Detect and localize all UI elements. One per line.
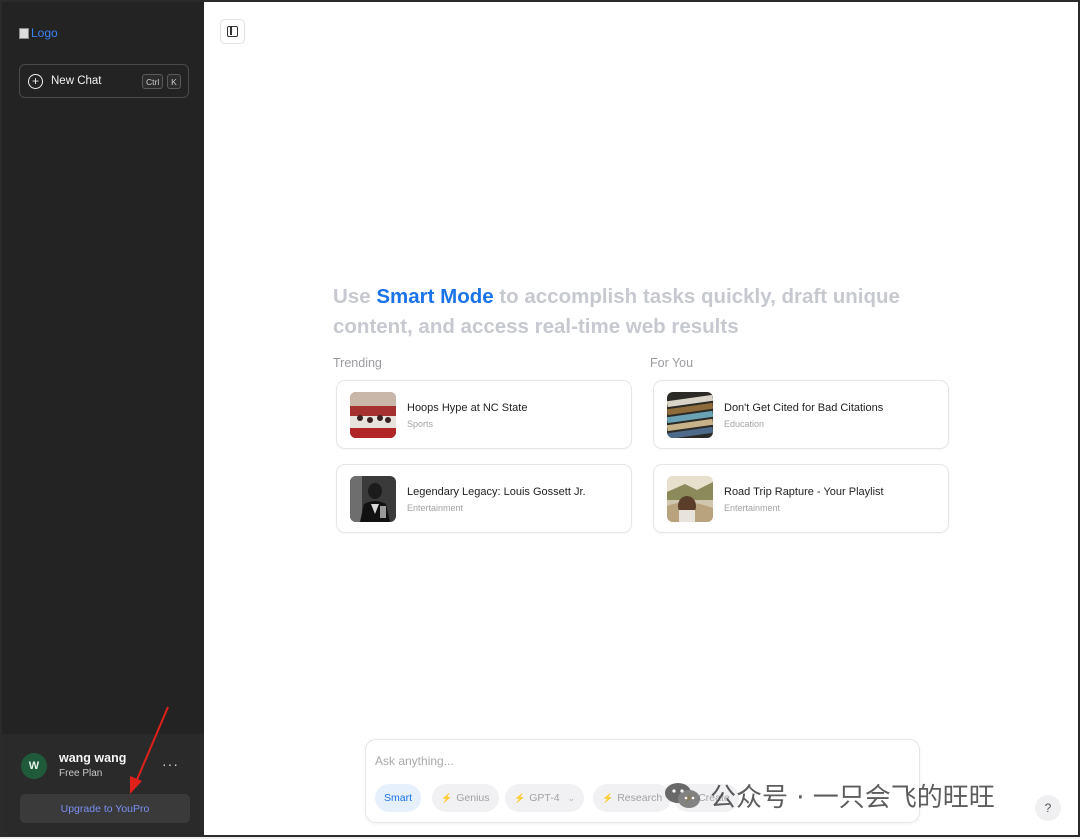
card-thumbnail-books	[667, 392, 713, 438]
mode-label: Genius	[456, 792, 490, 804]
user-plan: Free Plan	[59, 768, 103, 779]
avatar[interactable]: W	[21, 753, 47, 779]
chat-composer: Ask anything... Smart ⚡ Genius ⚡ GPT-4 ⌄…	[365, 739, 920, 823]
card-thumbnail-road-trip	[667, 476, 713, 522]
suggestion-card[interactable]: Don't Get Cited for Bad Citations Educat…	[653, 380, 949, 449]
hero-headline: Use Smart Mode to accomplish tasks quick…	[333, 282, 933, 342]
bolt-icon: ⚡	[441, 792, 453, 803]
bolt-icon: ⚡	[683, 792, 695, 803]
mode-label: Create	[698, 792, 730, 804]
mode-gpt4[interactable]: ⚡ GPT-4 ⌄	[505, 784, 585, 812]
toggle-sidebar-button[interactable]	[220, 19, 245, 44]
headline-accent[interactable]: Smart Mode	[376, 285, 493, 308]
sidebar-panel-icon	[227, 26, 238, 37]
mode-genius[interactable]: ⚡ Genius	[432, 784, 499, 812]
sidebar: Logo + New Chat Ctrl K W wang wang Free …	[2, 2, 204, 835]
card-category: Sports	[407, 419, 434, 429]
card-category: Entertainment	[407, 503, 464, 513]
suggestion-card[interactable]: Road Trip Rapture - Your Playlist Entert…	[653, 464, 949, 533]
mode-research[interactable]: ⚡ Research	[593, 784, 672, 812]
help-button[interactable]: ?	[1035, 795, 1061, 821]
chevron-down-icon: ⌄	[567, 792, 576, 803]
new-chat-label: New Chat	[51, 75, 102, 87]
upgrade-button[interactable]: Upgrade to YouPro	[20, 794, 190, 823]
card-title: Hoops Hype at NC State	[407, 402, 528, 414]
card-thumbnail-portrait	[350, 476, 396, 522]
new-chat-button[interactable]: + New Chat Ctrl K	[19, 64, 189, 98]
broken-image-icon	[19, 27, 29, 39]
shortcut-key-ctrl: Ctrl	[142, 74, 164, 89]
card-category: Entertainment	[724, 503, 781, 513]
card-category: Education	[724, 419, 765, 429]
logo-alt-text: Logo	[31, 26, 58, 40]
mode-label: Research	[617, 792, 663, 804]
suggestion-card[interactable]: Legendary Legacy: Louis Gossett Jr. Ente…	[336, 464, 632, 533]
mode-label: Smart	[384, 792, 413, 804]
shortcut-key-k: K	[167, 74, 181, 89]
bolt-icon: ⚡	[602, 792, 614, 803]
more-options-icon[interactable]: ···	[162, 756, 179, 772]
logo[interactable]: Logo	[19, 26, 58, 40]
card-title: Don't Get Cited for Bad Citations	[724, 402, 884, 414]
suggestion-card[interactable]: Hoops Hype at NC State Sports	[336, 380, 632, 449]
user-name: wang wang	[59, 751, 127, 765]
mode-smart[interactable]: Smart	[375, 784, 422, 812]
bolt-icon: ⚡	[514, 792, 526, 803]
card-thumbnail-basketball	[350, 392, 396, 438]
section-label-trending: Trending	[333, 356, 382, 370]
chat-input[interactable]: Ask anything...	[375, 754, 454, 768]
mode-create[interactable]: ⚡ Create	[674, 784, 739, 812]
headline-prefix: Use	[333, 285, 377, 308]
mode-label: GPT-4	[529, 792, 560, 804]
app-window: Logo + New Chat Ctrl K W wang wang Free …	[0, 0, 1080, 837]
plus-circle-icon: +	[28, 73, 43, 89]
card-title: Road Trip Rapture - Your Playlist	[724, 486, 884, 498]
section-label-for-you: For You	[650, 356, 694, 370]
card-title: Legendary Legacy: Louis Gossett Jr.	[407, 486, 586, 498]
